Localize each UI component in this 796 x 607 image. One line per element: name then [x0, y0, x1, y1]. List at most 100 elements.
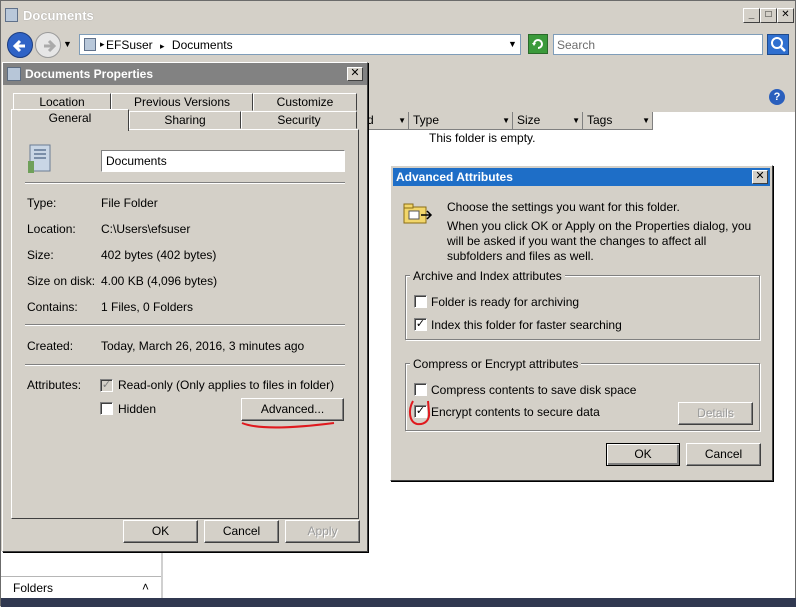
- created-label: Created:: [27, 339, 74, 353]
- pane-splitter[interactable]: [161, 551, 163, 598]
- compress-group-title: Compress or Encrypt attributes: [410, 357, 582, 371]
- chevron-up-icon: ˄: [142, 580, 150, 594]
- back-button[interactable]: [7, 32, 33, 58]
- advanced-title: Advanced Attributes: [396, 170, 513, 184]
- column-label: Size: [517, 113, 541, 127]
- address-dropdown-icon[interactable]: ▼: [508, 39, 517, 49]
- close-button[interactable]: ✕: [347, 67, 363, 81]
- empty-folder-message: This folder is empty.: [429, 131, 536, 145]
- contains-value: 1 Files, 0 Folders: [101, 300, 194, 314]
- size-value: 402 bytes (402 bytes): [101, 248, 217, 262]
- divider: [25, 364, 345, 366]
- properties-title-bar[interactable]: Documents Properties ✕: [3, 63, 367, 85]
- tab-sharing[interactable]: Sharing: [129, 111, 241, 129]
- column-label: Tags: [587, 113, 613, 127]
- properties-title: Documents Properties: [25, 67, 154, 81]
- tab-customize[interactable]: Customize: [253, 93, 357, 111]
- address-bar[interactable]: ▸ EFSuser ▸ Documents ▼: [79, 34, 521, 55]
- column-dropdown-icon[interactable]: ▼: [572, 112, 580, 129]
- folder-icon: [27, 143, 53, 173]
- contains-label: Contains:: [27, 300, 78, 314]
- column-header-type[interactable]: Type ▼: [409, 112, 513, 129]
- advanced-attributes-dialog: Advanced Attributes ✕ Choose the setting…: [390, 165, 773, 481]
- apply-button[interactable]: Apply: [285, 520, 360, 543]
- column-dropdown-icon[interactable]: ▼: [502, 112, 510, 129]
- hidden-checkbox[interactable]: [100, 402, 113, 415]
- type-value: File Folder: [101, 196, 158, 210]
- column-dropdown-icon[interactable]: ▼: [642, 112, 650, 129]
- folder-icon: [5, 8, 18, 22]
- column-dropdown-icon[interactable]: ▼: [398, 112, 406, 129]
- minimize-button[interactable]: _: [743, 8, 760, 23]
- folder-name-field[interactable]: Documents: [101, 150, 345, 172]
- advanced-title-bar[interactable]: Advanced Attributes ✕: [393, 168, 770, 186]
- forward-arrow-icon: [44, 39, 57, 53]
- breadcrumb-item[interactable]: EFSuser: [106, 38, 153, 52]
- readonly-label[interactable]: Read-only (Only applies to files in fold…: [118, 378, 334, 392]
- folder-icon: [7, 67, 21, 81]
- red-circle-annotation: [408, 400, 431, 426]
- intro-text-line2: When you click OK or Apply on the Proper…: [447, 219, 752, 263]
- size-on-disk-value: 4.00 KB (4,096 bytes): [101, 274, 218, 288]
- ok-button[interactable]: OK: [606, 443, 680, 466]
- breadcrumb-item[interactable]: Documents: [172, 38, 233, 52]
- type-label: Type:: [27, 196, 57, 210]
- explorer-title-bar[interactable]: Documents _ □ ✕: [1, 1, 795, 31]
- encrypt-label[interactable]: Encrypt contents to secure data: [431, 405, 600, 419]
- search-button[interactable]: [767, 34, 789, 55]
- column-header-tags[interactable]: Tags ▼: [583, 112, 653, 129]
- breadcrumb: EFSuser ▸ Documents: [106, 38, 233, 52]
- readonly-checkbox[interactable]: ✓: [100, 379, 113, 392]
- tab-security[interactable]: Security: [241, 111, 357, 129]
- toolbar-strip: [363, 63, 795, 112]
- red-underline-annotation: [241, 422, 335, 429]
- index-checkbox[interactable]: ✓: [414, 318, 427, 331]
- breadcrumb-separator-icon[interactable]: ▸: [100, 39, 105, 50]
- back-arrow-icon: [12, 39, 25, 53]
- size-on-disk-label: Size on disk:: [27, 274, 96, 288]
- index-label[interactable]: Index this folder for faster searching: [431, 318, 622, 332]
- properties-dialog: Documents Properties ✕ Location Previous…: [2, 62, 368, 552]
- column-label: Type: [413, 113, 440, 127]
- breadcrumb-chevron-icon[interactable]: ▸: [160, 41, 165, 51]
- folders-label: Folders: [13, 581, 54, 595]
- column-label: d: [367, 113, 374, 127]
- refresh-button[interactable]: [528, 34, 548, 54]
- divider: [25, 182, 345, 184]
- intro-text-line1: Choose the settings you want for this fo…: [447, 200, 680, 214]
- compress-label[interactable]: Compress contents to save disk space: [431, 383, 636, 397]
- hidden-label[interactable]: Hidden: [118, 402, 156, 416]
- explorer-title: Documents: [23, 8, 94, 23]
- created-value: Today, March 26, 2016, 3 minutes ago: [101, 339, 305, 353]
- search-input[interactable]: Search: [553, 34, 763, 55]
- size-label: Size:: [27, 248, 54, 262]
- compress-checkbox[interactable]: [414, 383, 427, 396]
- location-value: C:\Users\efsuser: [101, 222, 191, 236]
- close-button[interactable]: ✕: [777, 8, 794, 23]
- column-header-date[interactable]: d ▼: [363, 112, 409, 129]
- ok-button[interactable]: OK: [123, 520, 198, 543]
- forward-button[interactable]: [35, 32, 61, 58]
- location-label: Location:: [27, 222, 76, 236]
- folders-pane-toggle[interactable]: Folders ˄: [1, 576, 161, 598]
- divider: [25, 324, 345, 326]
- help-icon[interactable]: ?: [769, 89, 785, 105]
- recent-pages-dropdown[interactable]: ▼: [63, 39, 72, 49]
- cancel-button[interactable]: Cancel: [204, 520, 279, 543]
- attributes-folder-icon: [403, 201, 433, 230]
- archive-label[interactable]: Folder is ready for archiving: [431, 295, 579, 309]
- folder-icon: [84, 38, 96, 51]
- search-icon: [771, 37, 786, 52]
- details-button[interactable]: Details: [678, 402, 753, 425]
- attributes-label: Attributes:: [27, 378, 82, 392]
- archive-group-title: Archive and Index attributes: [410, 269, 565, 283]
- navigation-pane: [1, 551, 161, 576]
- column-header: d ▼ Type ▼ Size ▼ Tags ▼: [363, 112, 653, 130]
- close-button[interactable]: ✕: [752, 170, 768, 184]
- archive-checkbox[interactable]: [414, 295, 427, 308]
- tab-previous-versions[interactable]: Previous Versions: [111, 93, 253, 111]
- maximize-button[interactable]: □: [760, 8, 777, 23]
- tab-general[interactable]: General: [11, 109, 129, 131]
- column-header-size[interactable]: Size ▼: [513, 112, 583, 129]
- cancel-button[interactable]: Cancel: [686, 443, 761, 466]
